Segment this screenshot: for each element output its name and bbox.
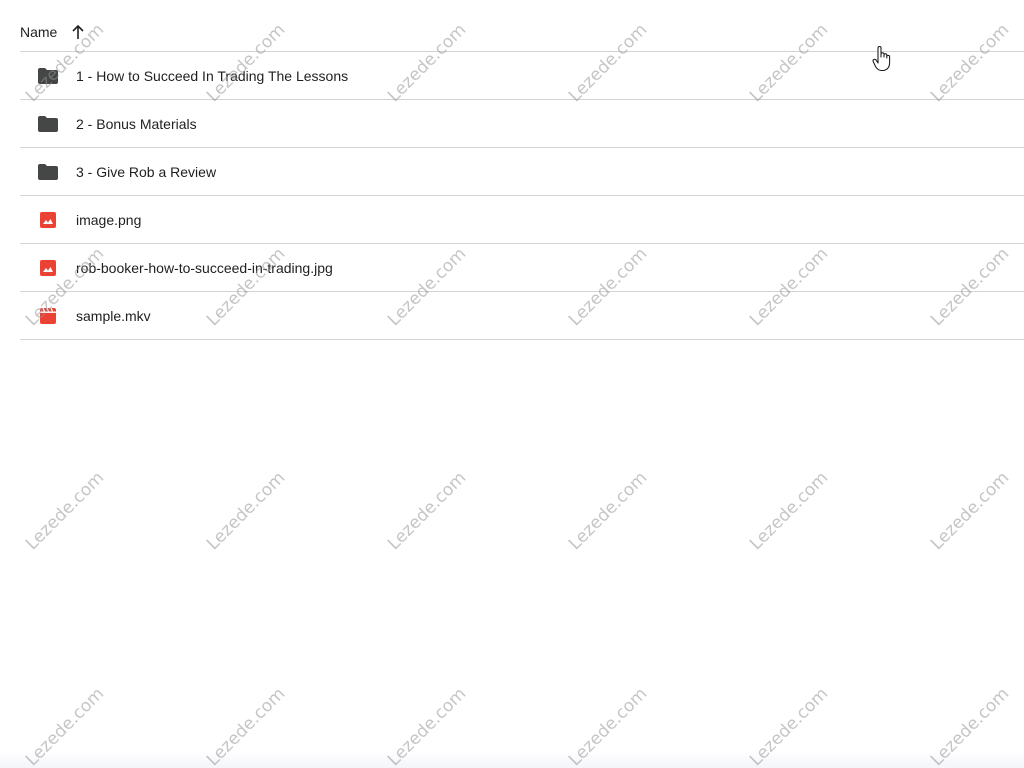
image-file-icon: [38, 258, 58, 278]
folder-icon: [38, 66, 58, 86]
file-row-folder-review[interactable]: 3 - Give Rob a Review: [20, 148, 1024, 196]
watermark: Lezede.com: [203, 467, 290, 555]
file-name: 2 - Bonus Materials: [76, 115, 197, 132]
file-row-image-png[interactable]: image.png: [20, 196, 1024, 244]
file-name: rob-booker-how-to-succeed-in-trading.jpg: [76, 259, 333, 276]
file-name: sample.mkv: [76, 307, 151, 324]
file-browser-page: Name 1 - How to Succeed In Trading The L…: [0, 0, 1024, 768]
watermark: Lezede.com: [746, 467, 833, 555]
sort-by-name-button[interactable]: Name: [20, 24, 85, 40]
file-name: image.png: [76, 211, 142, 228]
folder-icon: [38, 114, 58, 134]
arrow-up-icon: [71, 24, 85, 40]
file-name: 1 - How to Succeed In Trading The Lesson…: [76, 67, 349, 84]
watermark: Lezede.com: [565, 467, 652, 555]
file-row-folder-bonus[interactable]: 2 - Bonus Materials: [20, 100, 1024, 148]
watermark: Lezede.com: [384, 467, 471, 555]
watermark: Lezede.com: [22, 467, 109, 555]
file-list: Name 1 - How to Succeed In Trading The L…: [20, 12, 1024, 340]
image-file-icon: [38, 210, 58, 230]
file-row-folder-lessons[interactable]: 1 - How to Succeed In Trading The Lesson…: [20, 52, 1024, 100]
bottom-strip: [0, 750, 1024, 768]
folder-icon: [38, 162, 58, 182]
file-row-video-mkv[interactable]: sample.mkv: [20, 292, 1024, 340]
list-header: Name: [20, 12, 1024, 52]
watermark: Lezede.com: [927, 467, 1014, 555]
file-name: 3 - Give Rob a Review: [76, 163, 217, 180]
file-row-image-jpg[interactable]: rob-booker-how-to-succeed-in-trading.jpg: [20, 244, 1024, 292]
name-column-label: Name: [20, 23, 58, 40]
video-file-icon: [38, 306, 58, 326]
